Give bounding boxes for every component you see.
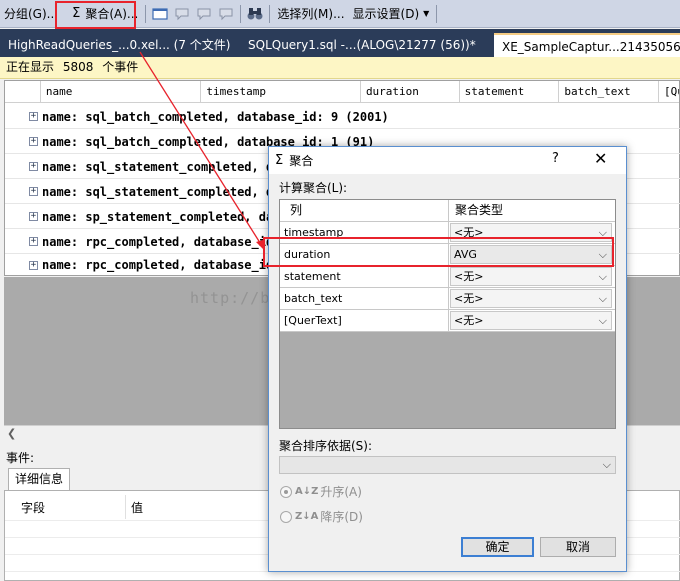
tab-highreadqueries[interactable]: HighReadQueries_...0.xel... (7 个文件) xyxy=(0,33,240,57)
aggregate-row-batch-text: batch_text <无> ⌵ xyxy=(280,288,615,310)
expand-icon[interactable]: + xyxy=(29,212,38,221)
chevron-down-icon: ⌵ xyxy=(602,458,611,471)
find-binoculars-icon[interactable] xyxy=(246,5,264,23)
aggregate-table-header: 列 聚合类型 xyxy=(280,200,615,222)
column-header-name[interactable]: name xyxy=(41,81,202,103)
chevron-down-icon: ⌵ xyxy=(598,270,607,283)
table-row[interactable]: + name: sql_batch_completed, database_id:… xyxy=(5,105,680,129)
dialog-title: 聚合 xyxy=(289,154,314,168)
comment-prev-icon[interactable] xyxy=(217,5,235,23)
sort-by-label: 聚合排序依据(S): xyxy=(279,439,373,453)
column-header-batch-text[interactable]: batch_text xyxy=(559,81,660,103)
column-header-duration[interactable]: duration xyxy=(361,81,460,103)
aggregate-button-highlight xyxy=(55,1,136,29)
close-icon[interactable]: ✕ xyxy=(594,149,607,168)
help-icon[interactable]: ? xyxy=(552,151,559,166)
expand-icon[interactable]: + xyxy=(29,260,38,270)
ok-button[interactable]: 确定 xyxy=(461,537,534,557)
expand-icon[interactable]: + xyxy=(29,112,38,121)
choose-columns-button[interactable]: 选择列(M)... xyxy=(273,2,348,26)
window-icon[interactable] xyxy=(151,5,169,23)
expand-icon[interactable]: + xyxy=(29,237,38,246)
dropdown-arrow-icon: ▼ xyxy=(423,9,430,18)
aggregate-type-select[interactable]: <无> ⌵ xyxy=(450,311,612,330)
aggregate-row-quertext: [QuerText] <无> ⌵ xyxy=(280,310,615,332)
comment-icon[interactable] xyxy=(173,5,191,23)
sort-ascending-icon: A↓Z xyxy=(295,486,319,497)
value-header: 值 xyxy=(131,501,144,515)
event-count-status: 正在显示 5808 个事件 xyxy=(0,57,680,79)
expand-icon[interactable]: + xyxy=(29,137,38,146)
column-header: 列 xyxy=(280,200,449,221)
sort-by-select[interactable]: ⌵ xyxy=(279,456,616,474)
toolbar-separator xyxy=(269,4,271,23)
dialog-titlebar[interactable]: Σ 聚合 ? ✕ xyxy=(269,147,626,174)
expand-icon[interactable]: + xyxy=(29,187,38,196)
tab-details[interactable]: 详细信息 xyxy=(8,468,71,490)
aggregate-row-statement: statement <无> ⌵ xyxy=(280,266,615,288)
comment-next-icon[interactable] xyxy=(195,5,213,23)
events-label: 事件: xyxy=(6,451,35,465)
descending-radio[interactable]: Z↓A 降序(D) xyxy=(280,508,363,525)
field-header: 字段 xyxy=(21,501,46,515)
ascending-radio[interactable]: A↓Z 升序(A) xyxy=(280,483,362,500)
sigma-icon: Σ xyxy=(275,153,284,168)
radio-ascending[interactable] xyxy=(280,485,292,498)
display-settings-button[interactable]: 显示设置(D) ▼ xyxy=(349,2,434,26)
radio-descending[interactable] xyxy=(280,510,292,523)
sort-descending-icon: Z↓A xyxy=(295,511,319,522)
tab-xe-samplecapture[interactable]: XE_SampleCaptur...2143505600 xyxy=(494,33,680,57)
document-tabs: HighReadQueries_...0.xel... (7 个文件) SQLQ… xyxy=(0,29,680,57)
cancel-button[interactable]: 取消 xyxy=(540,537,616,557)
duration-row-highlight xyxy=(263,237,614,267)
aggregate-table: 列 聚合类型 timestamp <无> ⌵ duration AVG ⌵ stat… xyxy=(279,199,616,429)
aggregate-dialog: Σ 聚合 ? ✕ 计算聚合(L): 列 聚合类型 timestamp <无> ⌵ … xyxy=(268,146,627,572)
toolbar-separator xyxy=(145,4,147,23)
chevron-down-icon: ⌵ xyxy=(598,314,607,327)
column-header-statement[interactable]: statement xyxy=(460,81,560,103)
scroll-left-icon[interactable]: ❮ xyxy=(7,427,16,440)
grid-header: name timestamp duration statement batch_… xyxy=(5,81,679,103)
toolbar-separator xyxy=(436,4,438,23)
aggregate-type-select[interactable]: <无> ⌵ xyxy=(450,267,612,286)
column-header-quertext[interactable]: [Qu xyxy=(659,81,679,103)
compute-aggregate-label: 计算聚合(L): xyxy=(279,181,348,195)
column-header-timestamp[interactable]: timestamp xyxy=(201,81,361,103)
aggregate-type-select[interactable]: <无> ⌵ xyxy=(450,289,612,308)
tab-sqlquery1[interactable]: SQLQuery1.sql -...(ALOG\21277 (56))* xyxy=(240,33,490,57)
toolbar-separator xyxy=(240,4,242,23)
expand-icon[interactable]: + xyxy=(29,162,38,171)
aggregate-type-header: 聚合类型 xyxy=(455,203,504,217)
group-button[interactable]: 分组(G)... xyxy=(0,2,62,26)
chevron-down-icon: ⌵ xyxy=(598,292,607,305)
